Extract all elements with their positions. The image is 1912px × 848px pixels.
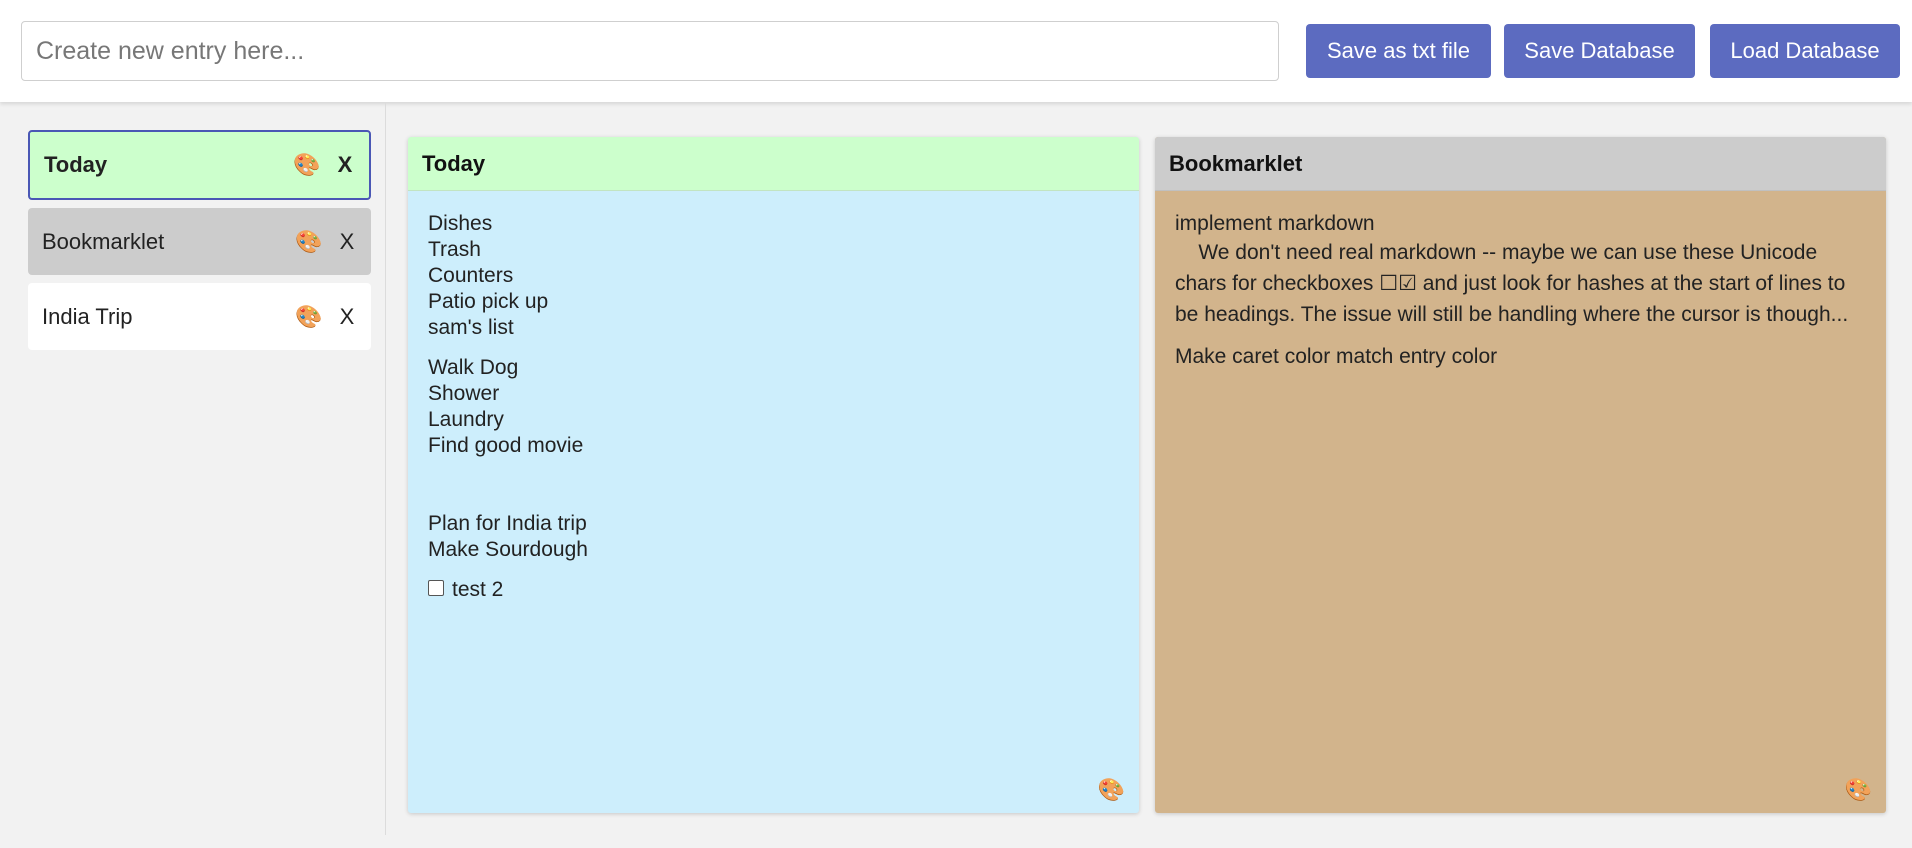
entry-card-bookmarklet: Bookmarklet implement markdown We don't … <box>1155 137 1886 813</box>
entry-card-today: Today Dishes Trash Counters Patio pick u… <box>408 137 1139 813</box>
palette-icon[interactable]: 🎨 <box>1845 779 1872 801</box>
note-line: Patio pick up <box>428 290 549 313</box>
card-title: Today <box>408 137 1139 191</box>
note-line: Walk Dog <box>428 356 519 379</box>
note-line: Dishes <box>428 212 493 235</box>
save-database-button[interactable]: Save Database <box>1504 24 1695 78</box>
card-title: Bookmarklet <box>1155 137 1886 191</box>
note-line: implement markdown <box>1175 212 1375 235</box>
palette-icon[interactable]: 🎨 <box>1098 779 1125 801</box>
note-line: Counters <box>428 264 514 287</box>
note-line: Find good movie <box>428 434 584 457</box>
close-icon[interactable]: X <box>335 152 355 178</box>
sidebar-item-label: Today <box>44 152 108 177</box>
top-toolbar: Save as txt file Save Database Load Data… <box>0 0 1912 102</box>
new-entry-input[interactable] <box>21 21 1279 81</box>
checkbox-item: test 2 <box>428 577 1119 603</box>
save-txt-button[interactable]: Save as txt file <box>1306 24 1491 78</box>
sidebar-item-india-trip[interactable]: India Trip 🎨 X <box>28 283 371 350</box>
note-line: Trash <box>428 238 481 261</box>
note-line: sam's list <box>428 316 514 339</box>
palette-icon[interactable]: 🎨 <box>295 230 323 253</box>
checkbox-label: test 2 <box>452 578 504 601</box>
close-icon[interactable]: X <box>337 229 357 255</box>
note-line: Laundry <box>428 408 504 431</box>
note-line: Make Sourdough <box>428 538 588 561</box>
sidebar-item-today[interactable]: Today 🎨 X <box>28 130 371 200</box>
close-icon[interactable]: X <box>337 304 357 330</box>
palette-icon[interactable]: 🎨 <box>293 154 321 176</box>
sidebar-item-label: India Trip <box>42 303 133 329</box>
note-line: Plan for India trip <box>428 512 587 535</box>
note-paragraph: We don't need real markdown -- maybe we … <box>1175 241 1852 326</box>
palette-icon[interactable]: 🎨 <box>295 305 323 328</box>
sidebar-item-bookmarklet[interactable]: Bookmarklet 🎨 X <box>28 208 371 275</box>
entries-sidebar: Today 🎨 X Bookmarklet 🎨 X India Trip 🎨 X <box>0 102 386 835</box>
note-line: Make caret color match entry color <box>1175 345 1498 368</box>
card-editor[interactable]: Dishes Trash Counters Patio pick up sam'… <box>408 191 1139 623</box>
note-line: Shower <box>428 382 500 405</box>
card-editor[interactable]: implement markdown We don't need real ma… <box>1155 191 1886 390</box>
sidebar-item-label: Bookmarklet <box>42 228 165 254</box>
checkbox[interactable] <box>428 580 444 596</box>
load-database-button[interactable]: Load Database <box>1710 24 1900 78</box>
